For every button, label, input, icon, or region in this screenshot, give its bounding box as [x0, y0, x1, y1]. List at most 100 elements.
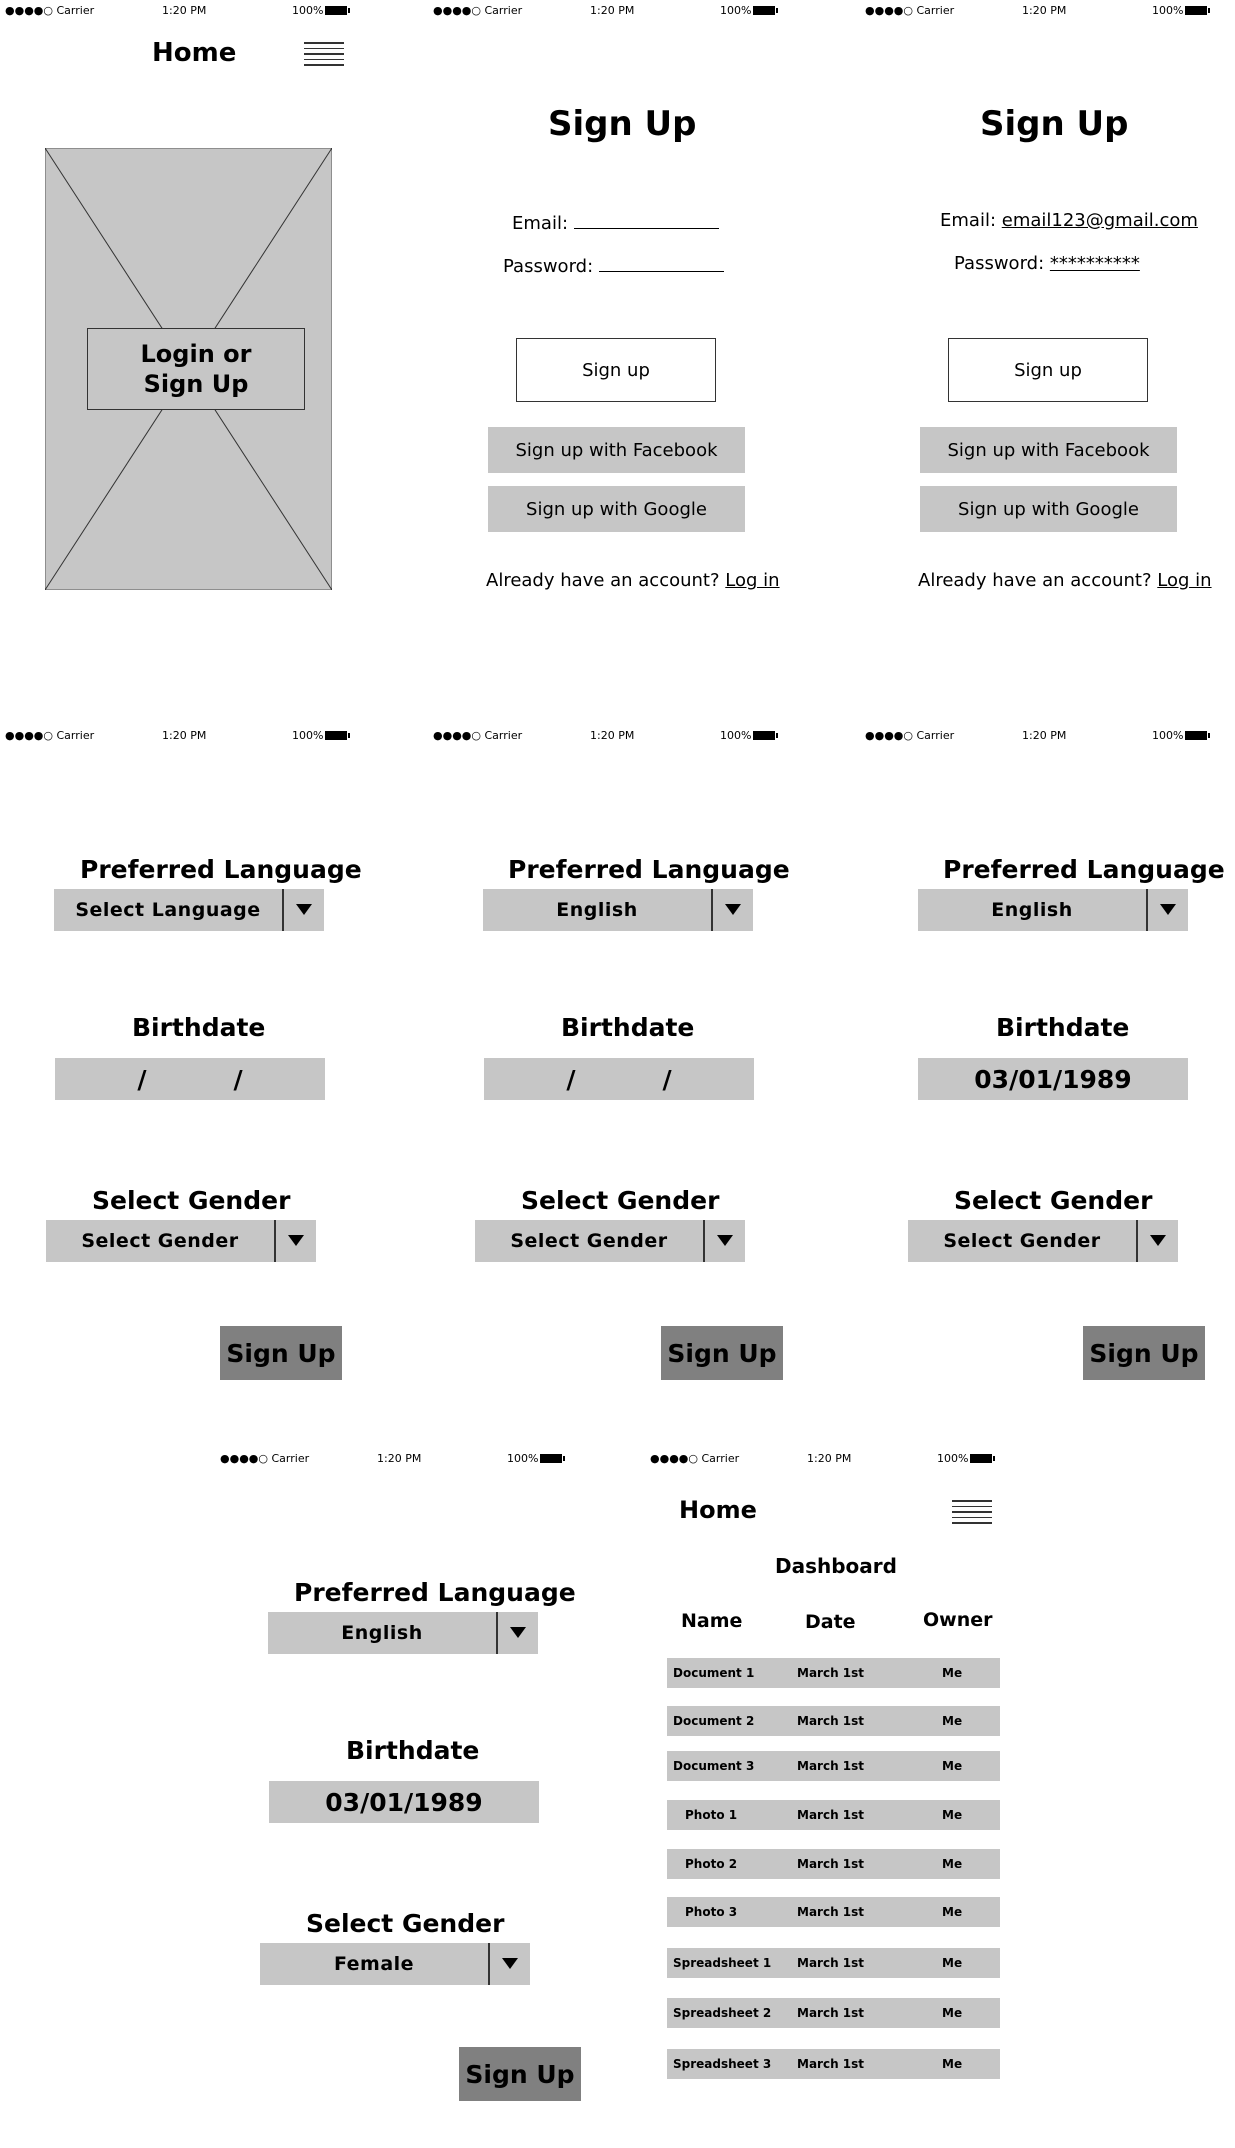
- language-label: Preferred Language: [508, 855, 790, 884]
- signup-submit-button[interactable]: Sign Up: [1083, 1326, 1205, 1380]
- language-label: Preferred Language: [943, 855, 1225, 884]
- time-label: 1:20 PM: [377, 1452, 422, 1465]
- time-label: 1:20 PM: [162, 4, 207, 17]
- row-owner: Me: [942, 1666, 963, 1680]
- status-bar: ●●●●○ Carrier 1:20 PM 100%: [215, 1448, 585, 1470]
- battery-label: 100%: [507, 1452, 566, 1465]
- row-name: Document 2: [673, 1714, 755, 1728]
- chevron-down-icon: [502, 1958, 518, 1969]
- gender-dropdown[interactable]: Female: [260, 1943, 530, 1985]
- row-owner: Me: [942, 1956, 963, 1970]
- login-link[interactable]: Log in: [725, 570, 779, 591]
- carrier-label: ●●●●○ Carrier: [433, 729, 523, 742]
- carrier-label: ●●●●○ Carrier: [433, 4, 523, 17]
- battery-icon: [1185, 6, 1211, 15]
- battery-icon: [540, 1454, 566, 1463]
- language-value: English: [991, 899, 1073, 921]
- row-date: March 1st: [797, 1759, 865, 1773]
- signup-google-button[interactable]: Sign up with Google: [920, 486, 1177, 532]
- email-row: Email:: [512, 210, 719, 234]
- email-field[interactable]: email123@gmail.com: [1002, 210, 1198, 231]
- login-link[interactable]: Log in: [1157, 570, 1211, 591]
- birthdate-field[interactable]: / /: [55, 1058, 325, 1100]
- table-row[interactable]: Document 1 March 1st Me: [667, 1658, 1000, 1688]
- signup-facebook-button[interactable]: Sign up with Facebook: [920, 427, 1177, 473]
- table-row[interactable]: Spreadsheet 3 March 1st Me: [667, 2049, 1000, 2079]
- gender-dropdown[interactable]: Select Gender: [908, 1220, 1178, 1262]
- table-row[interactable]: Spreadsheet 1 March 1st Me: [667, 1948, 1000, 1978]
- birthdate-field[interactable]: 03/01/1989: [918, 1058, 1188, 1100]
- password-label: Password:: [954, 253, 1045, 274]
- chevron-down-icon: [510, 1627, 526, 1638]
- gender-label: Select Gender: [954, 1186, 1153, 1215]
- email-label: Email:: [512, 213, 569, 234]
- chevron-down-icon: [1150, 1235, 1166, 1246]
- status-bar: ●●●●○ Carrier 1:20 PM 100%: [428, 725, 798, 747]
- battery-icon: [753, 6, 779, 15]
- language-dropdown[interactable]: English: [268, 1612, 538, 1654]
- login-prompt: Already have an account? Log in: [486, 570, 780, 591]
- battery-label: 100%: [1152, 729, 1211, 742]
- password-field[interactable]: [598, 253, 724, 272]
- carrier-label: ●●●●○ Carrier: [5, 729, 95, 742]
- signup-google-button[interactable]: Sign up with Google: [488, 486, 745, 532]
- time-label: 1:20 PM: [590, 729, 635, 742]
- row-date: March 1st: [797, 1857, 865, 1871]
- menu-icon[interactable]: [304, 42, 344, 66]
- language-dropdown[interactable]: English: [918, 889, 1188, 931]
- gender-dropdown[interactable]: Select Gender: [46, 1220, 316, 1262]
- birthdate-field[interactable]: 03/01/1989: [269, 1781, 539, 1823]
- email-field[interactable]: [573, 210, 719, 229]
- signup-submit-button[interactable]: Sign Up: [220, 1326, 342, 1380]
- signup-button[interactable]: Sign up: [948, 338, 1148, 402]
- gender-label: Select Gender: [521, 1186, 720, 1215]
- status-bar: ●●●●○ Carrier 1:20 PM 100%: [860, 0, 1230, 22]
- gender-value: Select Gender: [81, 1230, 239, 1252]
- email-label: Email:: [940, 210, 997, 231]
- language-dropdown[interactable]: Select Language: [54, 889, 324, 931]
- signup-submit-button[interactable]: Sign Up: [661, 1326, 783, 1380]
- carrier-label: ●●●●○ Carrier: [865, 729, 955, 742]
- email-row: Email: email123@gmail.com: [940, 210, 1198, 231]
- row-owner: Me: [942, 1857, 963, 1871]
- chevron-down-icon: [288, 1235, 304, 1246]
- battery-label: 100%: [720, 4, 779, 17]
- password-row: Password: **********: [954, 253, 1140, 274]
- language-value: Select Language: [75, 899, 261, 921]
- row-date: March 1st: [797, 1666, 865, 1680]
- row-owner: Me: [942, 1759, 963, 1773]
- signup-facebook-button[interactable]: Sign up with Facebook: [488, 427, 745, 473]
- table-row[interactable]: Photo 1 March 1st Me: [667, 1800, 1000, 1830]
- chevron-down-icon: [725, 904, 741, 915]
- battery-label: 100%: [1152, 4, 1211, 17]
- birthdate-field[interactable]: / /: [484, 1058, 754, 1100]
- time-label: 1:20 PM: [1022, 4, 1067, 17]
- login-signup-button[interactable]: Login or Sign Up: [87, 328, 305, 410]
- table-row[interactable]: Photo 3 March 1st Me: [667, 1897, 1000, 1927]
- status-bar: ●●●●○ Carrier 1:20 PM 100%: [0, 725, 370, 747]
- signup-screen-filled: ●●●●○ Carrier 1:20 PM 100% Sign Up Email…: [860, 0, 1235, 700]
- gender-value: Select Gender: [510, 1230, 668, 1252]
- row-name: Photo 1: [685, 1808, 738, 1822]
- language-value: English: [341, 1622, 423, 1644]
- table-row[interactable]: Document 2 March 1st Me: [667, 1706, 1000, 1736]
- gender-dropdown[interactable]: Select Gender: [475, 1220, 745, 1262]
- row-owner: Me: [942, 2057, 963, 2071]
- signup-button[interactable]: Sign up: [516, 338, 716, 402]
- time-label: 1:20 PM: [1022, 729, 1067, 742]
- battery-icon: [753, 731, 779, 740]
- row-name: Photo 2: [685, 1857, 738, 1871]
- table-row[interactable]: Spreadsheet 2 March 1st Me: [667, 1998, 1000, 2028]
- table-row[interactable]: Photo 2 March 1st Me: [667, 1849, 1000, 1879]
- row-owner: Me: [942, 1808, 963, 1822]
- language-dropdown[interactable]: English: [483, 889, 753, 931]
- status-bar: ●●●●○ Carrier 1:20 PM 100%: [0, 0, 370, 22]
- table-row[interactable]: Document 3 March 1st Me: [667, 1751, 1000, 1781]
- birthdate-label: Birthdate: [996, 1013, 1130, 1042]
- signup-submit-button[interactable]: Sign Up: [459, 2047, 581, 2101]
- battery-label: 100%: [720, 729, 779, 742]
- profile-screen-language: ●●●●○ Carrier 1:20 PM 100% Preferred Lan…: [428, 725, 842, 1425]
- row-name: Spreadsheet 3: [673, 2057, 772, 2071]
- password-field[interactable]: **********: [1050, 253, 1140, 274]
- row-owner: Me: [942, 2006, 963, 2020]
